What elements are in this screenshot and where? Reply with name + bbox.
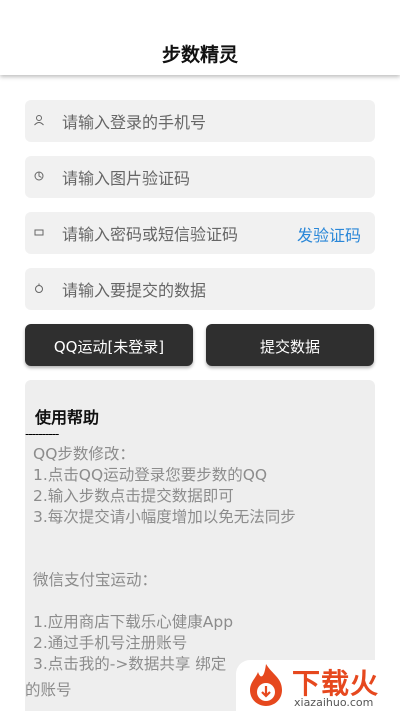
- help-line: 3.每次提交请小幅度增加以免无法同步: [33, 508, 296, 526]
- help-line: 1.应用商店下载乐心健康App: [33, 613, 234, 631]
- password-field: 发验证码: [25, 212, 375, 256]
- help-line: [33, 549, 371, 570]
- captcha-icon: [33, 170, 45, 182]
- steps-icon: [33, 282, 45, 294]
- help-title: 使用帮助: [35, 408, 100, 427]
- captcha-field: [25, 156, 375, 200]
- help-divider: ----------: [25, 427, 59, 441]
- lock-icon: [33, 226, 45, 238]
- help-line: 微信支付宝运动：: [33, 571, 158, 589]
- page-title: 步数精灵: [161, 44, 238, 66]
- help-line: QQ步数修改：: [33, 445, 135, 463]
- flame-download-icon: [250, 664, 282, 706]
- submit-data-button[interactable]: 提交数据: [206, 324, 374, 366]
- help-line: [33, 528, 371, 549]
- phone-field: [25, 100, 375, 144]
- steps-input[interactable]: [60, 268, 364, 312]
- phone-input[interactable]: [60, 100, 364, 144]
- user-icon: [33, 114, 45, 126]
- qq-login-button[interactable]: QQ运动[未登录]: [25, 324, 193, 366]
- watermark-logo: 下载火 xiazaihuo.com: [236, 660, 400, 711]
- captcha-input[interactable]: [60, 156, 364, 200]
- app-bar: 步数精灵: [0, 0, 400, 75]
- watermark-domain: xiazaihuo.com: [294, 696, 374, 709]
- help-line: 1.点击QQ运动登录您要步数的QQ: [33, 466, 268, 484]
- help-line: 2.通过手机号注册账号: [33, 634, 188, 652]
- steps-field: [25, 268, 375, 312]
- password-input[interactable]: [60, 212, 284, 256]
- help-line-overflow: 的账号: [25, 681, 72, 699]
- help-line: [33, 591, 371, 612]
- send-code-button[interactable]: 发验证码: [297, 222, 361, 246]
- help-lines: QQ步数修改： 1.点击QQ运动登录您要步数的QQ 2.输入步数点击提交数据即可…: [33, 444, 371, 675]
- help-line: 2.输入步数点击提交数据即可: [33, 487, 234, 505]
